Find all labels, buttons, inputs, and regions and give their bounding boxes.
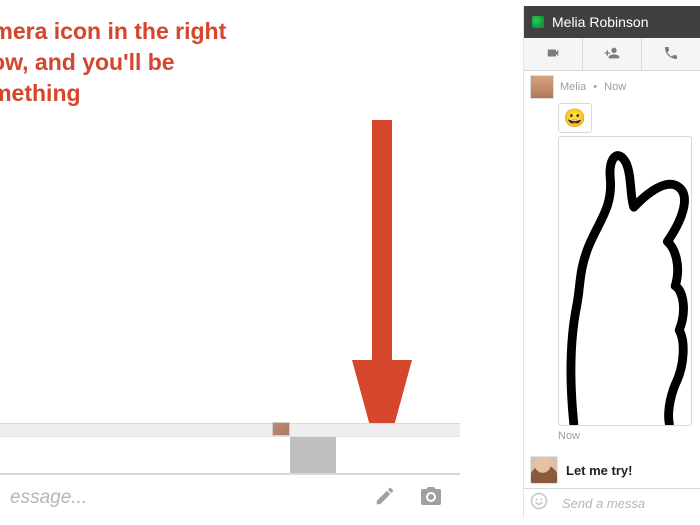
pencil-icon[interactable] [374, 485, 396, 512]
camera-icon[interactable] [418, 484, 444, 513]
left-chat-attachment-row [0, 437, 460, 475]
reply-text: Let me try! [566, 463, 632, 478]
chat-toolbar [524, 38, 700, 71]
left-chat-input-row [0, 475, 460, 521]
red-arrow [352, 120, 412, 470]
sender-name: Melia [560, 81, 586, 93]
instruction-text: ver the camera icon in the right chat wi… [0, 16, 365, 109]
smile-icon [530, 492, 548, 510]
left-chat-history-strip [0, 423, 460, 437]
meta-separator [590, 81, 600, 93]
grinning-emoji: 😀 [564, 108, 586, 129]
sketch-drawing [559, 137, 691, 425]
instruction-line-1: ver the camera icon in the right [0, 16, 365, 47]
sketch-timestamp: Now [558, 430, 694, 442]
add-person-button[interactable] [582, 38, 641, 70]
phone-call-icon [663, 45, 679, 64]
sketch-message [558, 136, 692, 426]
contact-name: Melia Robinson [552, 14, 692, 30]
right-chat-message-input[interactable] [560, 495, 700, 512]
chat-input-row [524, 488, 700, 518]
emoji-message: 😀 [558, 103, 592, 133]
left-chat-window [0, 423, 460, 521]
video-call-icon [544, 46, 562, 63]
attachment-thumbnail [290, 437, 336, 473]
avatar [530, 456, 558, 484]
avatar [272, 422, 290, 436]
add-person-icon [602, 45, 622, 64]
presence-indicator [532, 16, 544, 28]
avatar [530, 75, 554, 99]
sender-timestamp: Now [604, 81, 626, 93]
video-call-button[interactable] [524, 38, 582, 70]
reply-message: Let me try! [524, 454, 700, 488]
chat-header[interactable]: Melia Robinson [524, 6, 700, 38]
chat-body: Melia Now 😀 Now [524, 71, 700, 454]
instruction-line-2: chat window, and you'll be [0, 47, 365, 78]
instruction-line-3: sketch something [0, 78, 365, 109]
emoji-picker-button[interactable] [530, 492, 548, 515]
phone-call-button[interactable] [641, 38, 700, 70]
right-chat-window: Melia Robinson Melia Now [523, 6, 700, 518]
left-chat-message-input[interactable] [0, 479, 374, 517]
message-meta: Melia Now [530, 75, 694, 99]
